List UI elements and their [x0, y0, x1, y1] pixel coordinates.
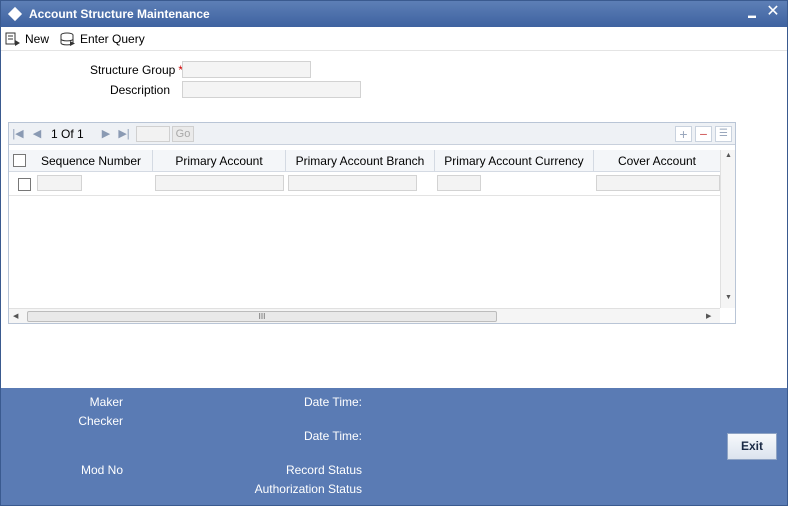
- main-window: Account Structure Maintenance ▬ ✕ New En…: [0, 0, 788, 506]
- scroll-right-icon[interactable]: ▶: [706, 312, 711, 320]
- toolbar: New Enter Query: [1, 27, 787, 51]
- vertical-scrollbar[interactable]: ▲ ▼: [720, 150, 735, 308]
- structure-group-label-text: Structure Group: [89, 63, 176, 77]
- grid-navigation-bar: |◀ ◀ 1 Of 1 ▶ ▶| Go + − ☰: [9, 123, 735, 145]
- go-button[interactable]: Go: [172, 126, 194, 142]
- column-primary-account[interactable]: Primary Account: [153, 150, 286, 172]
- checker-label: Checker: [78, 414, 123, 428]
- select-all-checkbox[interactable]: [13, 154, 26, 167]
- delete-row-icon[interactable]: −: [695, 126, 712, 142]
- grid-header: Sequence Number Primary Account Primary …: [9, 150, 720, 172]
- window-title: Account Structure Maintenance: [29, 7, 210, 21]
- add-row-icon[interactable]: +: [675, 126, 692, 142]
- account-grid: |◀ ◀ 1 Of 1 ▶ ▶| Go + − ☰ Sequence Numbe…: [8, 122, 736, 324]
- horizontal-scroll-thumb[interactable]: III: [27, 311, 497, 322]
- new-button-label: New: [25, 32, 50, 46]
- database-query-icon: [60, 32, 75, 46]
- primary-account-branch-cell[interactable]: [288, 175, 417, 191]
- checker-date-time-label: Date Time:: [303, 429, 362, 443]
- close-button[interactable]: ✕: [765, 3, 781, 21]
- authorization-status-label: Authorization Status: [254, 482, 362, 496]
- page-number-input[interactable]: [136, 126, 170, 142]
- next-page-icon[interactable]: ▶: [100, 127, 112, 141]
- description-input[interactable]: [182, 81, 361, 98]
- first-page-icon[interactable]: |◀: [12, 127, 24, 141]
- scroll-down-icon[interactable]: ▼: [725, 294, 732, 301]
- primary-account-currency-cell[interactable]: [437, 175, 481, 191]
- pager-text: 1 Of 1: [51, 127, 84, 141]
- primary-account-cell[interactable]: [155, 175, 284, 191]
- column-cover-account[interactable]: Cover Account: [594, 150, 720, 172]
- close-icon: ✕: [766, 3, 780, 20]
- structure-group-input[interactable]: [182, 61, 311, 78]
- scroll-left-icon[interactable]: ◀: [13, 312, 18, 320]
- cover-account-cell[interactable]: [596, 175, 720, 191]
- record-status-label: Record Status: [285, 463, 362, 477]
- new-document-icon: [5, 32, 20, 46]
- minimize-icon: ▬: [748, 11, 756, 20]
- enter-query-button[interactable]: Enter Query: [60, 30, 145, 48]
- scroll-up-icon[interactable]: ▲: [725, 152, 732, 159]
- column-primary-account-currency[interactable]: Primary Account Currency: [435, 150, 594, 172]
- column-sequence-number[interactable]: Sequence Number: [30, 150, 153, 172]
- last-page-icon[interactable]: ▶|: [118, 127, 130, 141]
- mod-no-label: Mod No: [80, 463, 123, 477]
- exit-button[interactable]: Exit: [727, 433, 777, 460]
- current-page: 1: [51, 127, 58, 141]
- audit-footer: Maker Checker Mod No Date Time: Date Tim…: [1, 388, 787, 505]
- table-row: [9, 172, 720, 196]
- row-checkbox[interactable]: [18, 178, 31, 191]
- description-label: Description: [109, 83, 170, 97]
- sequence-number-cell[interactable]: [37, 175, 82, 191]
- app-diamond-icon: [7, 6, 23, 22]
- column-primary-account-branch[interactable]: Primary Account Branch: [286, 150, 435, 172]
- total-pages: 1: [77, 127, 84, 141]
- maker-label: Maker: [89, 395, 123, 409]
- of-label: Of: [61, 127, 74, 141]
- structure-group-label: Structure Group *: [61, 63, 183, 77]
- title-bar: Account Structure Maintenance ▬ ✕: [1, 1, 787, 27]
- previous-page-icon[interactable]: ◀: [31, 127, 43, 141]
- maker-date-time-label: Date Time:: [303, 395, 362, 409]
- horizontal-scrollbar[interactable]: ◀ III ▶: [9, 308, 720, 323]
- minimize-button[interactable]: ▬: [745, 4, 759, 22]
- new-button[interactable]: New: [5, 30, 49, 48]
- enter-query-label: Enter Query: [80, 32, 145, 46]
- single-view-icon[interactable]: ☰: [715, 126, 732, 142]
